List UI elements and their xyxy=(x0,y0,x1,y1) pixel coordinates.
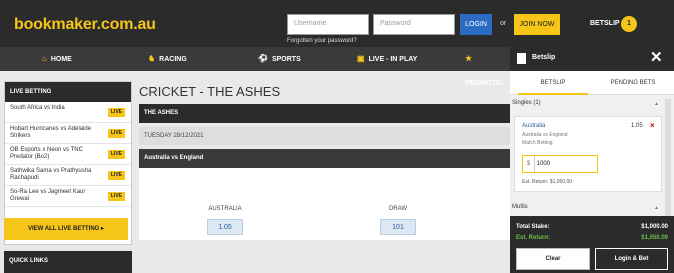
betslip-header-label[interactable]: BETSLIP xyxy=(590,20,620,27)
bet-odds: 1.05 xyxy=(631,123,643,129)
promotions-icon: ★ xyxy=(465,54,473,63)
site-header: bookmaker.com.au Username Password Forgo… xyxy=(0,0,674,47)
total-stake-label: Total Stake: xyxy=(516,224,550,230)
live-icon: ▣ xyxy=(357,54,365,63)
odds-button-draw[interactable]: 101 xyxy=(380,219,416,235)
nav-sports[interactable]: ⚽ SPORTS xyxy=(258,47,301,71)
page-title: CRICKET - THE ASHES xyxy=(139,84,281,99)
site-logo[interactable]: bookmaker.com.au xyxy=(14,16,156,34)
nav-home[interactable]: ⌂ HOME xyxy=(42,47,72,71)
bet-market: Match Betting xyxy=(522,140,553,146)
total-stake-value: $1,000.00 xyxy=(641,224,668,230)
live-event-item[interactable]: OB Esports x Neon vs TNC Predator (Bo2) L… xyxy=(5,144,131,165)
bet-card: Australia 1.05 × Australia vs England Ma… xyxy=(514,116,662,192)
nav-promotions[interactable]: ★PROMOTIC xyxy=(465,47,510,87)
live-badge: LIVE xyxy=(107,129,125,138)
currency-symbol: $ xyxy=(523,156,535,172)
quick-links-heading: QUICK LINKS xyxy=(4,251,132,273)
or-text: or xyxy=(500,20,507,27)
live-betting-heading: LIVE BETTING xyxy=(5,82,131,102)
nav-live-in-play[interactable]: ▣ LIVE - IN PLAY xyxy=(357,47,417,71)
betslip-panel: Betslip ✕ BETSLIP PENDING BETS Singles (… xyxy=(510,47,674,273)
remove-bet-icon[interactable]: × xyxy=(650,121,655,130)
chevron-up-icon[interactable]: ▲ xyxy=(654,205,659,211)
est-return-value: $1,050.00 xyxy=(641,235,668,241)
join-now-button[interactable]: JOIN NOW xyxy=(514,14,560,35)
live-event-item[interactable]: So-Ra Lee vs Jagmeet Kaur Grewal LIVE xyxy=(5,186,131,207)
odds-label-australia: AUSTRALIA xyxy=(208,206,242,212)
bet-est-return: Est. Return: $1,050.00 xyxy=(522,179,573,185)
multis-heading[interactable]: Multis xyxy=(512,204,528,210)
chevron-up-icon[interactable]: ▲ xyxy=(654,101,659,107)
scrollbar[interactable] xyxy=(665,99,671,217)
market-heading: THE ASHES xyxy=(139,104,510,123)
clear-button[interactable]: Clear xyxy=(516,248,590,270)
live-event-item[interactable]: Sathwika Sama vs Prathyusha Rachapudi LIV… xyxy=(5,165,131,186)
odds-button-australia[interactable]: 1.05 xyxy=(207,219,243,235)
event-date: TUESDAY 28/12/2021 xyxy=(139,127,510,145)
bet-selection: Australia xyxy=(522,123,546,129)
password-input[interactable]: Password xyxy=(373,14,455,35)
live-badge: LIVE xyxy=(107,108,125,117)
betslip-title: Betslip xyxy=(532,54,556,61)
stake-value: 1000 xyxy=(536,161,551,167)
forgot-password-link[interactable]: Forgotten your password? xyxy=(287,38,357,44)
horse-icon: ♞ xyxy=(148,54,156,63)
login-and-bet-button[interactable]: Login & Bet xyxy=(595,248,668,270)
betslip-count-badge[interactable]: 1 xyxy=(621,16,637,32)
live-badge: LIVE xyxy=(107,150,125,159)
live-badge: LIVE xyxy=(107,192,125,201)
chevron-right-icon: ▸ xyxy=(101,226,105,232)
event-name[interactable]: Australia vs England xyxy=(139,149,510,168)
tab-betslip[interactable]: BETSLIP xyxy=(518,71,588,95)
est-return-label: Est. Return: xyxy=(516,235,551,241)
username-input[interactable]: Username xyxy=(287,14,369,35)
live-badge: LIVE xyxy=(107,171,125,180)
stake-input[interactable]: $ 1000 xyxy=(522,155,598,173)
live-event-item[interactable]: South Africa vs India LIVE xyxy=(5,102,131,123)
tab-pending-bets[interactable]: PENDING BETS xyxy=(596,71,670,95)
main-nav: ⌂ HOME ♞ RACING ⚽ SPORTS ▣ LIVE - IN PLAY ★P… xyxy=(0,47,510,87)
singles-heading[interactable]: Singles (1) xyxy=(512,100,662,112)
odds-panel: AUSTRALIA 1.05 DRAW 101 xyxy=(139,168,510,240)
live-event-item[interactable]: Hobart Hurricanes vs Adelaide Strikers LI… xyxy=(5,123,131,144)
house-icon: ⌂ xyxy=(42,54,47,63)
betslip-topbar: Betslip ✕ xyxy=(510,47,674,71)
betslip-tabs: BETSLIP PENDING BETS xyxy=(510,71,674,95)
close-icon[interactable]: ✕ xyxy=(650,48,663,66)
betslip-footer: Total Stake: $1,000.00 Est. Return: $1,0… xyxy=(510,216,674,273)
betslip-icon xyxy=(517,53,526,64)
sports-icon: ⚽ xyxy=(258,54,268,63)
nav-racing[interactable]: ♞ RACING xyxy=(148,47,187,71)
odds-label-draw: DRAW xyxy=(388,206,408,212)
view-all-live-betting-button[interactable]: VIEW ALL LIVE BETTING ▸ xyxy=(4,218,128,240)
bet-event: Australia vs England xyxy=(522,132,568,138)
login-button[interactable]: LOGIN xyxy=(460,14,492,35)
